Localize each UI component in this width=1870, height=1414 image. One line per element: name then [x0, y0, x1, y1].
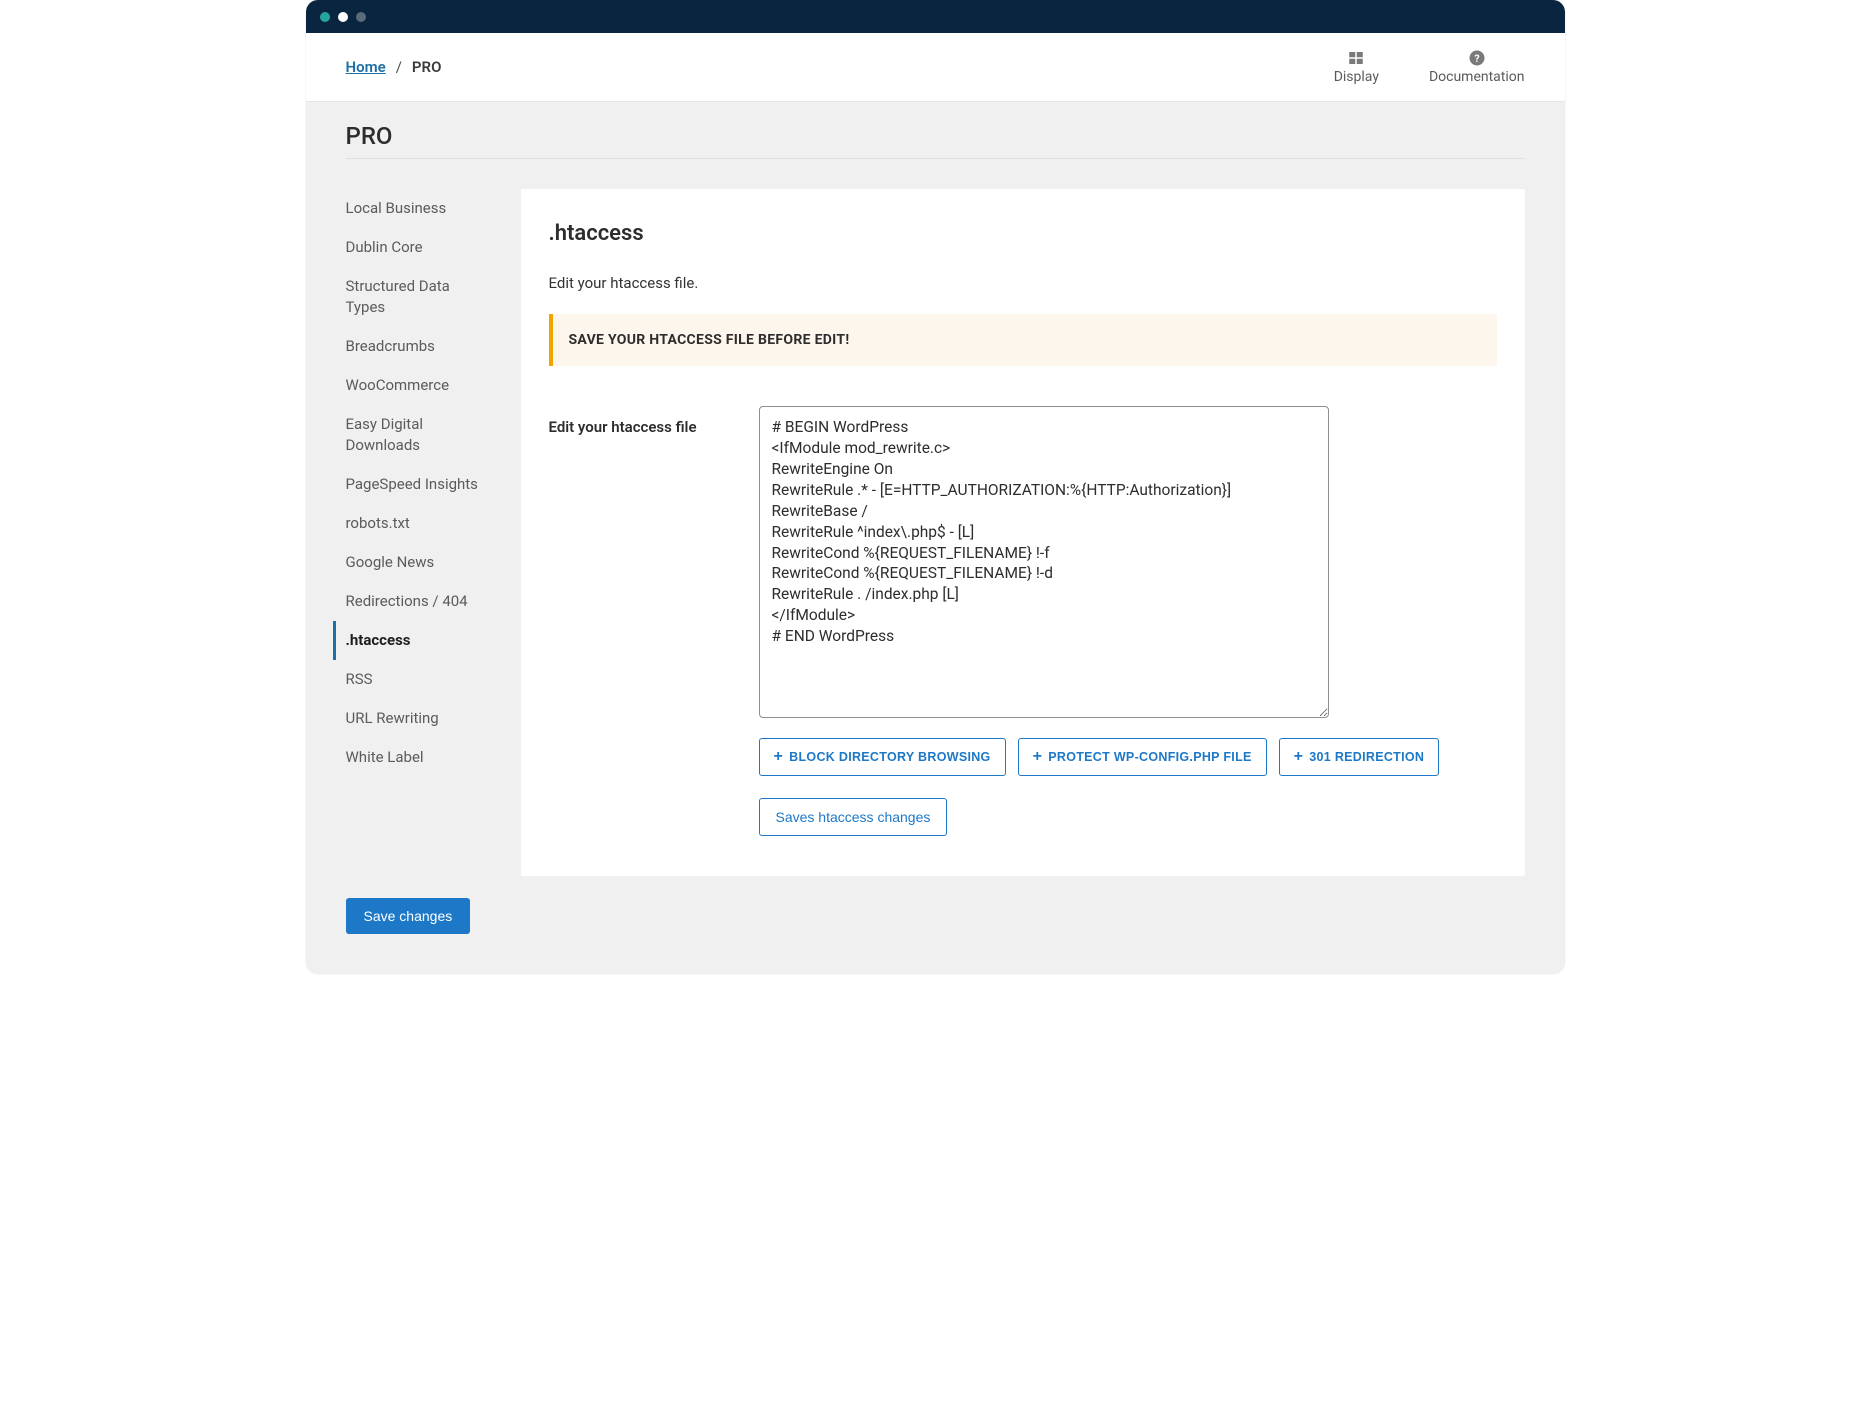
page-title: PRO: [346, 122, 1525, 159]
sidebar-item-rss[interactable]: RSS: [346, 660, 486, 699]
panel-heading: .htaccess: [549, 221, 1497, 246]
sidebar-item-pagespeed[interactable]: PageSpeed Insights: [346, 465, 486, 504]
301-redirection-label: 301 REDIRECTION: [1309, 750, 1424, 764]
breadcrumb-current: PRO: [412, 58, 442, 76]
window-dot-close-icon[interactable]: [320, 12, 330, 22]
htaccess-textarea[interactable]: [759, 406, 1329, 718]
toplink-documentation-label: Documentation: [1429, 69, 1525, 85]
window-dot-minimize-icon[interactable]: [338, 12, 348, 22]
sidebar: Local Business Dublin Core Structured Da…: [346, 189, 486, 777]
sidebar-item-white-label[interactable]: White Label: [346, 738, 486, 777]
sidebar-item-breadcrumbs[interactable]: Breadcrumbs: [346, 327, 486, 366]
sidebar-item-woocommerce[interactable]: WooCommerce: [346, 366, 486, 405]
sidebar-item-local-business[interactable]: Local Business: [346, 189, 486, 228]
topbar: Home / PRO Display ? Documentation: [306, 33, 1565, 102]
svg-text:?: ?: [1474, 52, 1479, 65]
toplink-documentation[interactable]: ? Documentation: [1429, 49, 1525, 85]
plus-icon: +: [774, 749, 784, 765]
sidebar-item-robots[interactable]: robots.txt: [346, 504, 486, 543]
sidebar-item-structured-data[interactable]: Structured Data Types: [346, 267, 486, 327]
panel-alert: SAVE YOUR HTACCESS FILE BEFORE EDIT!: [549, 314, 1497, 366]
panel-description: Edit your htaccess file.: [549, 274, 1497, 292]
protect-wp-config-label: PROTECT WP-CONFIG.PHP FILE: [1048, 750, 1251, 764]
help-icon: ?: [1468, 49, 1486, 67]
sidebar-item-url-rewriting[interactable]: URL Rewriting: [346, 699, 486, 738]
breadcrumb-separator: /: [396, 58, 402, 76]
sidebar-item-dublin-core[interactable]: Dublin Core: [346, 228, 486, 267]
save-htaccess-button[interactable]: Saves htaccess changes: [759, 798, 948, 836]
block-directory-browsing-button[interactable]: + BLOCK DIRECTORY BROWSING: [759, 738, 1006, 776]
sidebar-item-redirections[interactable]: Redirections / 404: [346, 582, 486, 621]
window-titlebar: [306, 0, 1565, 33]
protect-wp-config-button[interactable]: + PROTECT WP-CONFIG.PHP FILE: [1018, 738, 1267, 776]
main-panel: .htaccess Edit your htaccess file. SAVE …: [521, 189, 1525, 876]
sidebar-item-edd[interactable]: Easy Digital Downloads: [346, 405, 486, 465]
form-label-htaccess: Edit your htaccess file: [549, 406, 739, 436]
save-changes-button[interactable]: Save changes: [346, 898, 471, 934]
display-icon: [1347, 49, 1365, 67]
toplinks: Display ? Documentation: [1334, 49, 1525, 85]
window-dot-maximize-icon[interactable]: [356, 12, 366, 22]
plus-icon: +: [1033, 749, 1043, 765]
sidebar-item-htaccess[interactable]: .htaccess: [333, 621, 486, 660]
toplink-display-label: Display: [1334, 69, 1379, 85]
sidebar-item-google-news[interactable]: Google News: [346, 543, 486, 582]
301-redirection-button[interactable]: + 301 REDIRECTION: [1279, 738, 1440, 776]
block-directory-browsing-label: BLOCK DIRECTORY BROWSING: [789, 750, 990, 764]
toplink-display[interactable]: Display: [1334, 49, 1379, 85]
breadcrumb: Home / PRO: [346, 58, 442, 76]
plus-icon: +: [1294, 749, 1304, 765]
breadcrumb-home-link[interactable]: Home: [346, 58, 386, 76]
